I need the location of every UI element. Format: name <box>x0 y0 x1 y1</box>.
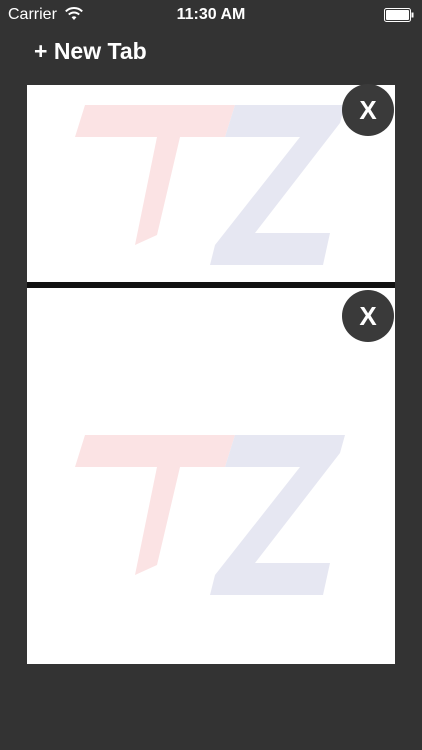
tz-logo-icon <box>75 435 345 595</box>
tz-logo-icon <box>75 105 345 265</box>
new-tab-button[interactable]: + New Tab <box>34 38 147 65</box>
tab-preview[interactable] <box>27 85 395 282</box>
tab-preview[interactable] <box>27 288 395 664</box>
close-tab-button[interactable]: X <box>342 84 394 136</box>
close-tab-button[interactable]: X <box>342 290 394 342</box>
status-bar: Carrier 11:30 AM <box>0 0 422 30</box>
clock-time: 11:30 AM <box>176 6 246 23</box>
battery-icon <box>384 8 414 22</box>
